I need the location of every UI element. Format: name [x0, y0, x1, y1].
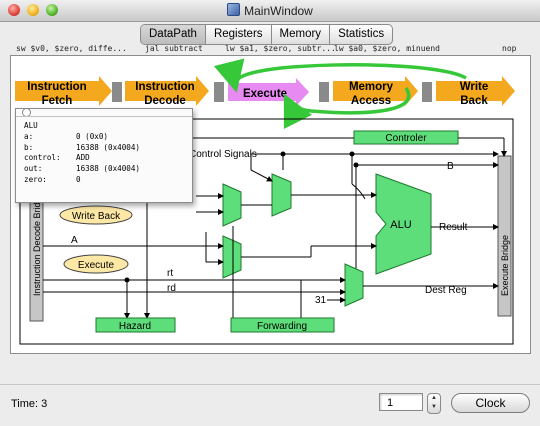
wire-a-label: A [71, 235, 78, 246]
wire-b-label: B [447, 161, 454, 172]
stage-memory-line1: Memory [349, 81, 394, 93]
decode-instruction-text: jal subtract [145, 44, 203, 53]
const-31-label: 31 [315, 295, 327, 306]
popup-out-key: out: [24, 164, 43, 174]
wire-rd-label: rd [167, 283, 176, 294]
mux-alu-b-select[interactable] [271, 173, 292, 217]
stage-writeback-line1: Write [460, 81, 489, 93]
app-icon [227, 3, 241, 16]
write-back-bubble-label: Write Back [72, 211, 121, 222]
pipeline-register-mem-wb [422, 82, 432, 102]
popup-a-value: 0 (0x0) [76, 131, 109, 141]
time-label: Time: 3 [11, 398, 48, 410]
pipeline-register-ex-mem [319, 82, 329, 102]
mux-forward-b[interactable] [222, 235, 242, 279]
datapath-panel: Instruction Fetch Instruction Decode Exe… [10, 55, 531, 354]
dest-reg-label: Dest Reg [425, 285, 467, 296]
pipeline-stage-execute[interactable]: Execute [228, 78, 309, 106]
memory-instruction-text: lw $a0, $zero, minuend [334, 44, 440, 53]
stage-decode-line2: Decode [144, 95, 186, 107]
popup-b-value: 16388 (0x4004) [76, 142, 141, 152]
controller-label: Controler [385, 133, 427, 144]
hazard-label: Hazard [119, 321, 151, 332]
tab-datapath[interactable]: DataPath [141, 25, 206, 44]
title-bar: MainWindow [0, 0, 540, 22]
clock-button[interactable]: Clock [451, 393, 530, 413]
stage-writeback-line2: Back [460, 95, 488, 107]
pipeline-register-if-id [112, 82, 122, 102]
result-label: Result [439, 222, 468, 233]
clock-steps-stepper[interactable]: ▲ ▼ [427, 393, 441, 414]
bottom-separator [0, 384, 540, 385]
popup-out-value: 16388 (0x4004) [76, 164, 141, 174]
datapath-diagram: Instruction Fetch Instruction Decode Exe… [15, 58, 515, 345]
tab-bar: DataPath Registers Memory Statistics [140, 24, 394, 45]
clock-steps-input[interactable]: 1 [379, 393, 423, 411]
mux-dest-reg[interactable] [344, 263, 364, 307]
execute-bubble-label: Execute [78, 260, 115, 271]
stepper-up-icon[interactable]: ▲ [428, 394, 440, 403]
fetch-instruction-text: sw $v0, $zero, diffe... [16, 44, 127, 53]
execute-bubble: Execute [63, 254, 129, 274]
stage-memory-line2: Access [351, 95, 391, 107]
pipeline-register-id-ex [214, 82, 224, 102]
popup-control-value: ADD [76, 153, 90, 163]
execute-instruction-text: lw $a1, $zero, subtr... [225, 44, 336, 53]
write-back-bubble: Write Back [59, 205, 133, 225]
window-title: MainWindow [244, 4, 313, 18]
tab-statistics[interactable]: Statistics [330, 25, 392, 44]
popup-zero-value: 0 [76, 174, 81, 184]
control-signals-label: Control Signals [189, 149, 257, 160]
writeback-instruction-text: nop [502, 44, 517, 53]
popup-title: ALU [24, 121, 38, 130]
stepper-down-icon[interactable]: ▼ [428, 403, 440, 412]
decode-bridge-label: Instruction Decode Bridge [32, 192, 42, 296]
tab-memory[interactable]: Memory [272, 25, 331, 44]
popup-a-key: a: [24, 131, 34, 141]
pipeline-stage-decode[interactable]: Instruction Decode [125, 76, 209, 107]
pipeline-stage-fetch[interactable]: Instruction Fetch [15, 76, 112, 107]
alu-inspector-popup[interactable]: ALU a: 0 (0x0) b: 16388 (0x4004) control: A… [15, 108, 193, 203]
popup-control-key: control: [24, 153, 61, 163]
stage-execute-label: Execute [243, 88, 287, 100]
popup-b-key: b: [24, 142, 34, 152]
popup-zero-key: zero: [24, 174, 47, 184]
pipeline-stage-writeback[interactable]: Write Back [436, 76, 515, 107]
execute-bridge-label: Execute Bridge [500, 235, 510, 296]
stage-fetch-line1: Instruction [27, 81, 86, 93]
tab-registers[interactable]: Registers [206, 25, 272, 44]
stage-decode-line1: Instruction [135, 81, 194, 93]
mux-forward-a[interactable] [222, 183, 242, 227]
alu-label: ALU [390, 219, 411, 231]
stage-fetch-line2: Fetch [42, 95, 73, 107]
alu-inspector-text: ALU a: 0 (0x0) b: 16388 (0x4004) control: A… [24, 121, 140, 186]
wire-rt-label: rt [167, 268, 173, 279]
forwarding-label: Forwarding [257, 321, 307, 332]
